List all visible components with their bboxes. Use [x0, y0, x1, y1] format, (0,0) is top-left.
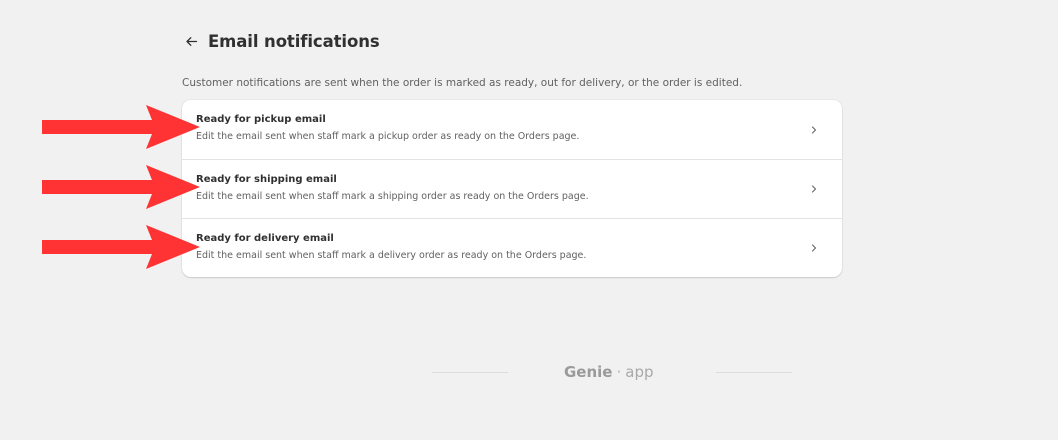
notification-row-shipping[interactable]: Ready for shipping email Edit the email …: [182, 159, 842, 218]
footer-divider: [716, 372, 792, 373]
notification-description: Edit the email sent when staff mark a sh…: [196, 191, 589, 202]
annotation-arrow-icon: [42, 104, 202, 150]
notification-description: Edit the email sent when staff mark a de…: [196, 250, 587, 261]
brand-separator: ·: [616, 363, 622, 381]
notification-title: Ready for pickup email: [196, 114, 326, 125]
notification-description: Edit the email sent when staff mark a pi…: [196, 131, 580, 142]
brand-suffix: app: [625, 363, 654, 381]
notification-title: Ready for delivery email: [196, 233, 334, 244]
footer: Genie · app: [432, 361, 792, 383]
back-button[interactable]: [180, 30, 202, 52]
chevron-right-icon: [808, 183, 820, 195]
footer-divider: [432, 372, 508, 373]
brand-name: Genie: [564, 363, 613, 381]
notifications-card: Ready for pickup email Edit the email se…: [182, 100, 842, 277]
arrow-left-icon: [185, 36, 197, 46]
page-header: Email notifications: [182, 30, 380, 52]
footer-brand: Genie · app: [564, 361, 654, 383]
page-title: Email notifications: [208, 31, 380, 51]
annotation-arrow-icon: [42, 164, 202, 210]
notification-row-pickup[interactable]: Ready for pickup email Edit the email se…: [182, 100, 842, 159]
page-description: Customer notifications are sent when the…: [182, 77, 743, 89]
chevron-right-icon: [808, 242, 820, 254]
notification-row-delivery[interactable]: Ready for delivery email Edit the email …: [182, 218, 842, 277]
annotation-arrow-icon: [42, 224, 202, 270]
notification-title: Ready for shipping email: [196, 174, 337, 185]
chevron-right-icon: [808, 124, 820, 136]
